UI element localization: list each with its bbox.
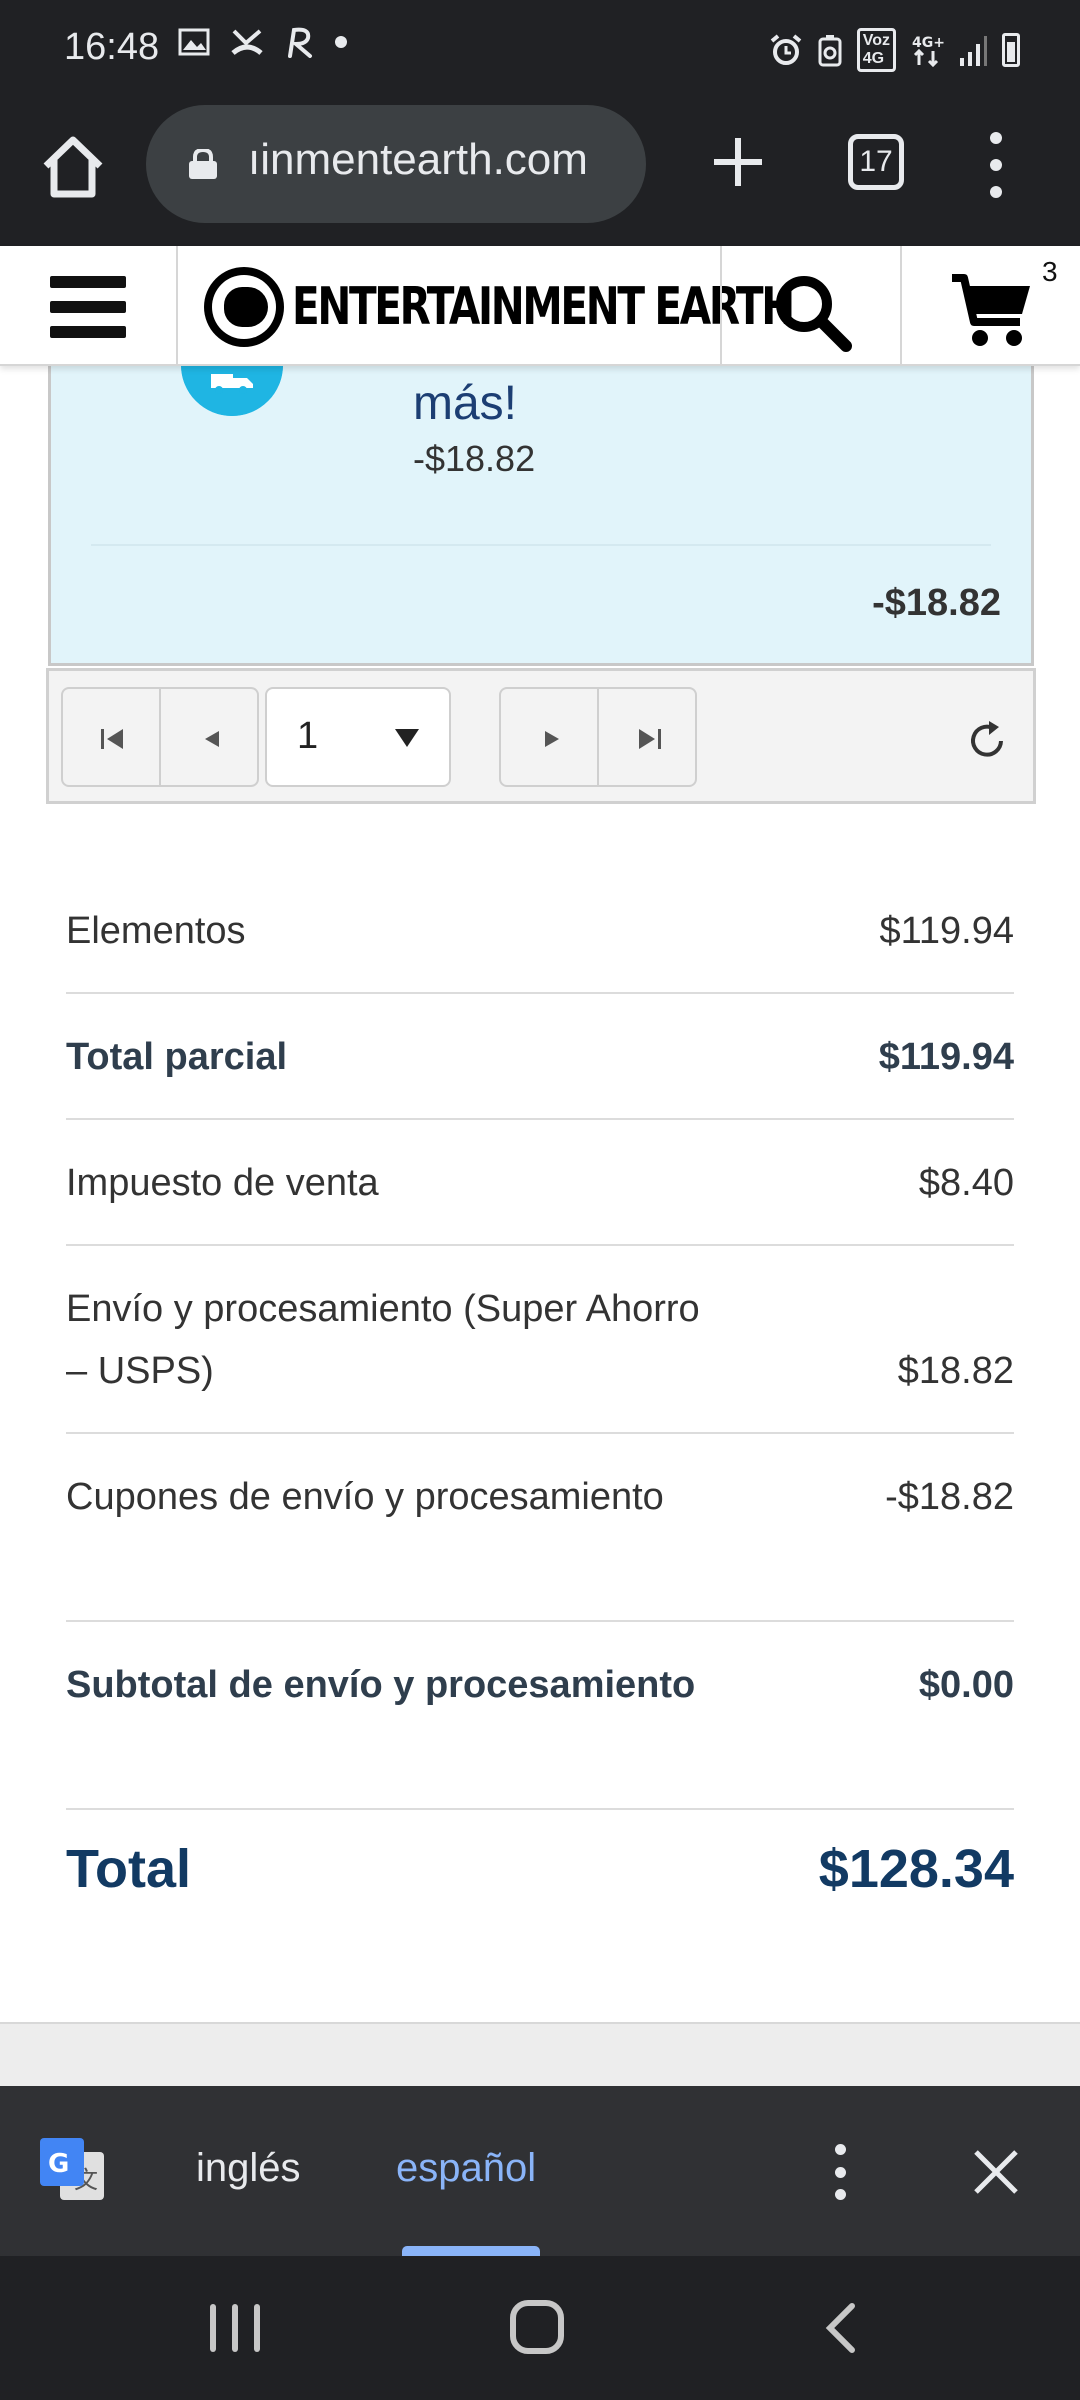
coupon-amount: -$18.82 bbox=[413, 438, 536, 479]
image-icon bbox=[178, 28, 210, 56]
order-summary: Elementos $119.94 Total parcial $119.94 … bbox=[66, 868, 1014, 1940]
tab-switcher-button[interactable]: 17 bbox=[848, 134, 904, 190]
divider bbox=[91, 544, 991, 546]
summary-value: $119.94 bbox=[878, 1036, 1014, 1078]
recents-icon[interactable] bbox=[210, 2304, 260, 2352]
summary-value: -$18.82 bbox=[885, 1476, 1014, 1518]
back-icon[interactable] bbox=[820, 2302, 860, 2354]
last-page-button[interactable] bbox=[597, 687, 697, 787]
prev-page-icon bbox=[205, 731, 219, 747]
coupon-panel: más! -$18.82 -$18.82 bbox=[48, 314, 1034, 666]
close-icon[interactable] bbox=[970, 2146, 1022, 2198]
dropdown-caret-icon bbox=[395, 729, 419, 747]
total-value: $128.34 bbox=[818, 1839, 1014, 1899]
refresh-icon[interactable] bbox=[965, 719, 1009, 763]
summary-row-shipping-coupons: Cupones de envío y procesamiento -$18.82 bbox=[66, 1434, 1014, 1622]
summary-row-items: Elementos $119.94 bbox=[66, 868, 1014, 994]
status-system-icons: Voz 4G 4G+ bbox=[769, 28, 1020, 72]
selected-language-indicator bbox=[402, 2246, 540, 2256]
tab-target-language[interactable]: español bbox=[396, 2146, 536, 2191]
header-divider bbox=[720, 246, 722, 366]
status-time: 16:48 bbox=[64, 26, 160, 68]
total-label: Total bbox=[66, 1839, 191, 1899]
r-app-icon bbox=[288, 27, 312, 58]
status-bar: 16:48 Voz 4G 4G+ bbox=[0, 0, 1080, 96]
summary-value: $119.94 bbox=[879, 910, 1014, 952]
first-page-button[interactable] bbox=[61, 687, 161, 787]
address-bar[interactable]: ıinmentearth.com bbox=[146, 105, 646, 223]
pager: 1 bbox=[46, 668, 1036, 804]
next-page-button[interactable] bbox=[499, 687, 599, 787]
missed-call-icon bbox=[231, 29, 263, 55]
coupon-total: -$18.82 bbox=[872, 582, 1001, 624]
next-page-icon bbox=[545, 731, 559, 747]
first-page-icon bbox=[101, 729, 123, 749]
logo-text: ENTERTAINMENT EARTH bbox=[292, 277, 795, 337]
summary-row-total: Total $128.34 bbox=[66, 1810, 1014, 1940]
page-select[interactable]: 1 bbox=[265, 687, 451, 787]
translate-bar: 文G inglés español bbox=[0, 2086, 1080, 2256]
header-divider bbox=[900, 246, 902, 366]
summary-value: $18.82 bbox=[897, 1350, 1014, 1392]
summary-label: Cupones de envío y procesamiento bbox=[66, 1476, 664, 1518]
summary-row-shipping: Envío y procesamiento (Super Ahorro – US… bbox=[66, 1246, 1014, 1434]
signal-icon bbox=[960, 36, 987, 66]
browser-toolbar: ıinmentearth.com 17 bbox=[0, 96, 1080, 246]
nav-home-icon[interactable] bbox=[510, 2300, 564, 2354]
header-divider bbox=[176, 246, 178, 366]
data-saver-icon bbox=[818, 35, 842, 67]
site-header: ENTERTAINMENT EARTH 3 bbox=[0, 246, 1080, 366]
url-text[interactable]: ıinmentearth.com bbox=[248, 135, 588, 185]
hamburger-menu-icon[interactable] bbox=[50, 276, 126, 338]
cart-icon[interactable] bbox=[950, 270, 1034, 350]
browser-menu-icon[interactable] bbox=[986, 132, 1006, 198]
tab-source-language[interactable]: inglés bbox=[196, 2146, 301, 2191]
summary-label: Total parcial bbox=[66, 1036, 288, 1078]
coupon-title: más! bbox=[413, 377, 518, 430]
search-icon[interactable] bbox=[770, 270, 854, 354]
new-tab-icon[interactable] bbox=[708, 132, 768, 192]
lock-icon bbox=[189, 149, 217, 179]
status-notification-icons bbox=[178, 26, 348, 58]
svg-text:4G+: 4G+ bbox=[912, 35, 944, 51]
summary-row-tax: Impuesto de venta $8.40 bbox=[66, 1120, 1014, 1246]
translate-menu-icon[interactable] bbox=[832, 2144, 848, 2200]
google-translate-icon: 文G bbox=[40, 2138, 104, 2200]
summary-value: $0.00 bbox=[918, 1664, 1014, 1706]
summary-label: Subtotal de envío y procesamiento bbox=[66, 1664, 696, 1706]
summary-label: Envío y procesamiento (Super Ahorro – US… bbox=[66, 1288, 700, 1392]
home-icon[interactable] bbox=[38, 132, 108, 202]
site-logo[interactable]: ENTERTAINMENT EARTH bbox=[204, 266, 795, 348]
page-select-value: 1 bbox=[297, 715, 319, 757]
network-4g-icon: 4G+ bbox=[912, 35, 944, 67]
summary-label: Elementos bbox=[66, 910, 246, 952]
system-nav-bar bbox=[0, 2256, 1080, 2400]
summary-label: Impuesto de venta bbox=[66, 1162, 379, 1204]
dot-icon bbox=[335, 36, 347, 48]
page-footer-strip bbox=[0, 2022, 1080, 2086]
volte-icon: Voz 4G bbox=[856, 28, 896, 72]
alarm-icon bbox=[770, 34, 802, 65]
summary-value: $8.40 bbox=[918, 1162, 1014, 1204]
summary-row-subtotal: Total parcial $119.94 bbox=[66, 994, 1014, 1120]
battery-icon bbox=[1002, 33, 1020, 67]
prev-page-button[interactable] bbox=[159, 687, 259, 787]
summary-row-shipping-subtotal: Subtotal de envío y procesamiento $0.00 bbox=[66, 1622, 1014, 1810]
last-page-icon bbox=[639, 729, 661, 749]
logo-mark-icon bbox=[204, 267, 284, 347]
svg-text:G: G bbox=[48, 2149, 69, 2179]
cart-count-badge: 3 bbox=[1042, 256, 1058, 287]
